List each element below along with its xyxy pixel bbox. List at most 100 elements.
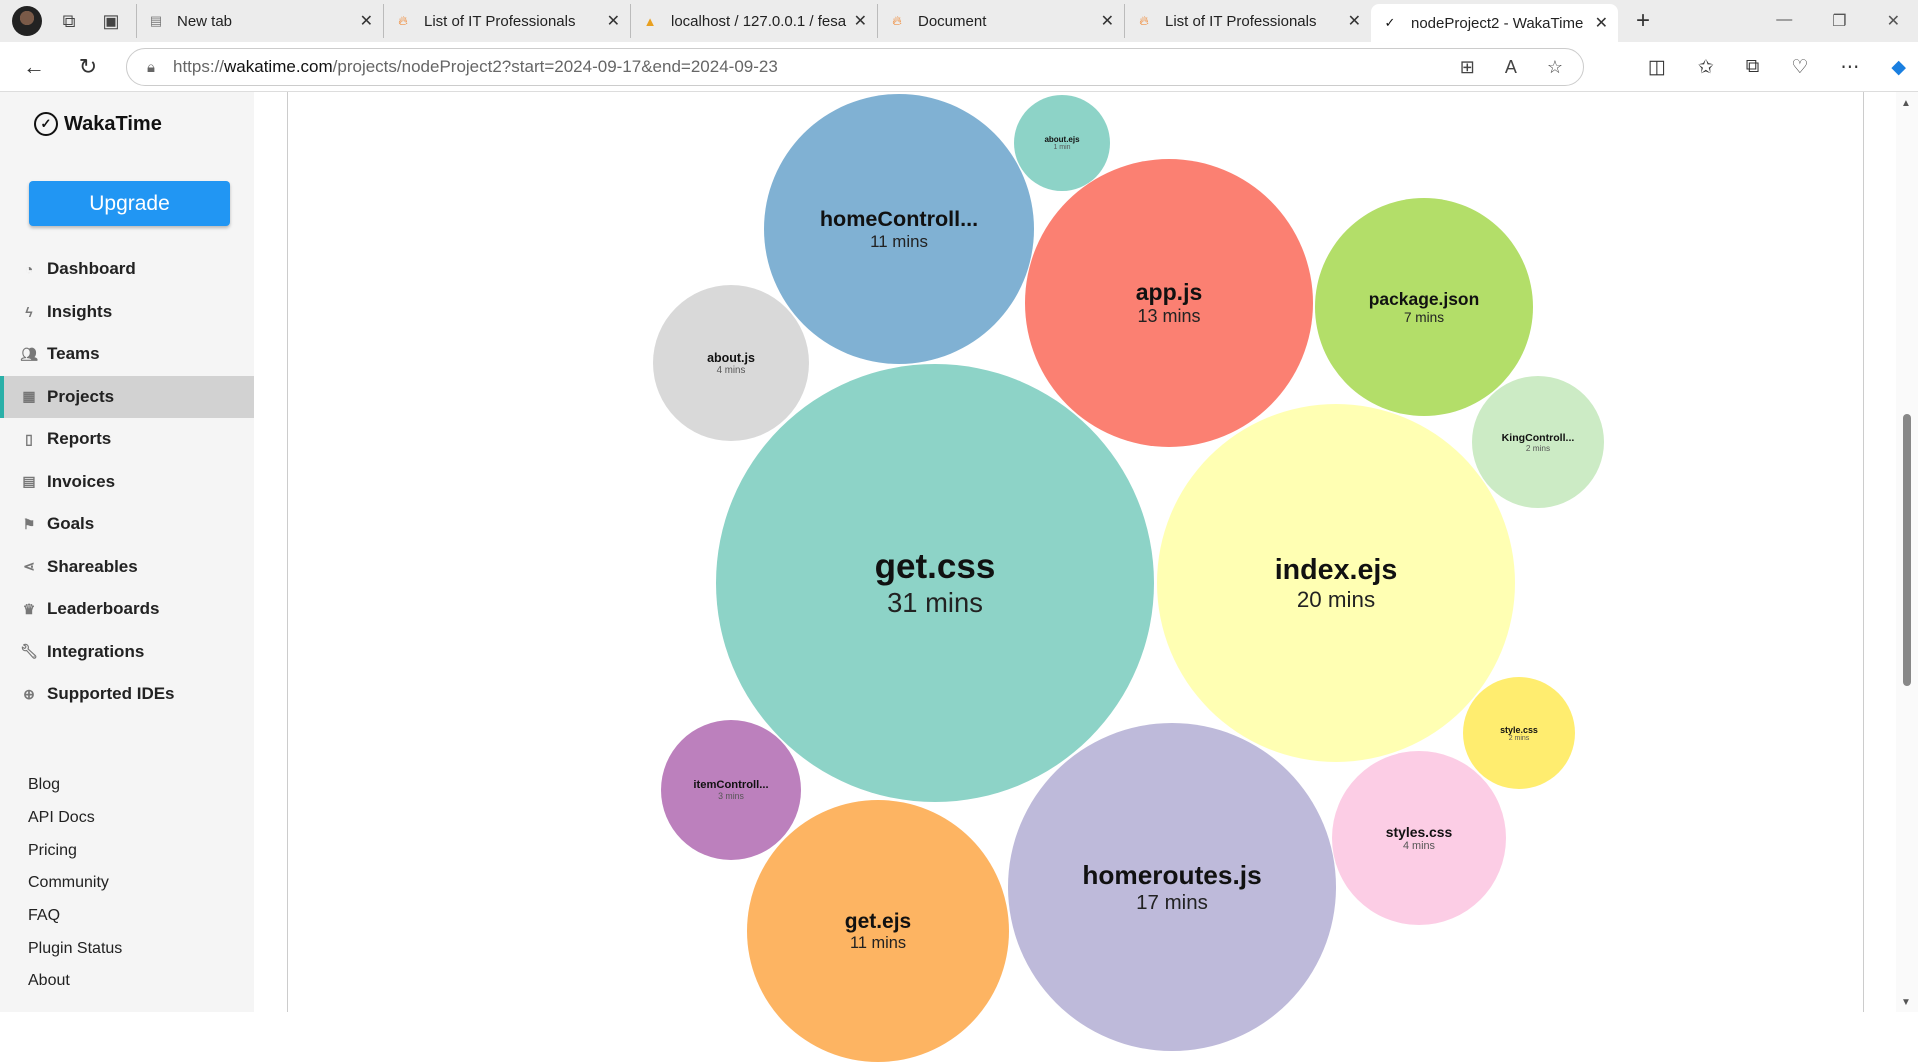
sidebar-item-label: Reports: [47, 429, 112, 449]
close-tab-icon[interactable]: ✕: [360, 11, 373, 31]
sidebar-item-leaderboards[interactable]: ♛ Leaderboards: [0, 588, 254, 631]
browser-essentials-icon[interactable]: ♡: [1791, 56, 1808, 79]
bubble-duration: 31 mins: [887, 587, 983, 618]
sidebar-item-label: Supported IDEs: [47, 684, 175, 704]
flame-icon: 🔥︎: [892, 13, 902, 28]
sidebar-item-supported-ides[interactable]: ⊕ Supported IDEs: [0, 673, 254, 716]
more-menu-icon[interactable]: ⋯: [1840, 56, 1859, 79]
sidebar-item-teams[interactable]: 👥︎ Teams: [0, 333, 254, 376]
file-bubble[interactable]: app.js 13 mins: [1025, 159, 1313, 447]
footer-link-pricing[interactable]: Pricing: [28, 834, 122, 867]
wakatime-icon: ✓: [1384, 15, 1396, 30]
footer-link-blog[interactable]: Blog: [28, 769, 122, 802]
bubble-file-name: about.js: [707, 350, 755, 365]
url-input[interactable]: 🔒︎ https://wakatime.com/projects/nodePro…: [126, 48, 1584, 86]
split-screen-icon[interactable]: ◫: [1648, 56, 1666, 79]
share-icon: ⋖: [23, 558, 35, 575]
flame-icon: 🔥︎: [1139, 13, 1149, 28]
tab-title: List of IT Professionals: [1165, 12, 1317, 30]
scrollbar-thumb[interactable]: [1903, 414, 1911, 686]
close-tab-icon[interactable]: ✕: [854, 11, 867, 31]
wakatime-logo[interactable]: ✓ WakaTime: [34, 112, 162, 136]
footer-link-community[interactable]: Community: [28, 867, 122, 900]
url-path: /projects/nodeProject2?start=2024-09-17&…: [332, 57, 778, 76]
bubble-duration: 13 mins: [1137, 306, 1201, 326]
profile-avatar[interactable]: [12, 6, 42, 36]
sidebar-item-goals[interactable]: ⚑ Goals: [0, 503, 254, 546]
file-bubble[interactable]: KingControll... 2 mins: [1472, 376, 1604, 508]
sidebar-item-projects[interactable]: ▦ Projects: [0, 375, 254, 418]
close-tab-icon[interactable]: ✕: [1595, 13, 1608, 33]
close-tab-icon[interactable]: ✕: [1348, 11, 1361, 31]
minimize-icon[interactable]: —: [1776, 11, 1792, 31]
sidebar-item-dashboard[interactable]: ◔ Dashboard: [0, 248, 254, 291]
upgrade-button[interactable]: Upgrade: [29, 181, 230, 226]
bubble-duration: 20 mins: [1296, 586, 1376, 612]
file-bubble[interactable]: package.json 7 mins: [1315, 198, 1533, 416]
file-bubble[interactable]: get.css 31 mins: [716, 364, 1154, 802]
restore-icon[interactable]: ❐: [1832, 11, 1846, 31]
file-bubble[interactable]: about.js 4 mins: [653, 285, 809, 441]
sidebar-nav: ◔ Dashboard ϟ Insights 👥︎ Teams ▦ Projects ▯ Repo…: [0, 248, 254, 716]
scroll-up-icon[interactable]: ▲: [1901, 98, 1911, 109]
page-scrollbar[interactable]: ▲ ▼: [1896, 92, 1918, 1012]
footer-link-api-docs[interactable]: API Docs: [28, 802, 122, 835]
sidebar-item-label: Integrations: [47, 641, 145, 661]
favorites-icon[interactable]: ✩: [1698, 56, 1714, 79]
browser-tab[interactable]: ▲ localhost / 127.0.0.1 / fesa ✕: [630, 4, 877, 38]
file-bubble[interactable]: about.ejs 1 min: [1014, 95, 1110, 191]
copilot-icon[interactable]: ◆: [1891, 56, 1906, 79]
bubble-duration: 11 mins: [849, 933, 907, 952]
close-tab-icon[interactable]: ✕: [607, 11, 620, 31]
browser-tab[interactable]: ✓ nodeProject2 - WakaTime ✕: [1371, 4, 1618, 42]
newtab-icon: ▤: [149, 13, 163, 28]
sidebar-item-label: Dashboard: [47, 259, 136, 279]
browser-tab[interactable]: 🔥︎ List of IT Professionals ✕: [1124, 4, 1371, 38]
browser-tab[interactable]: 🔥︎ List of IT Professionals ✕: [383, 4, 630, 38]
new-tab-button[interactable]: +: [1636, 7, 1650, 35]
refresh-icon[interactable]: ↻: [68, 54, 108, 80]
file-bubble[interactable]: homeControll... 11 mins: [764, 94, 1034, 364]
file-bubble[interactable]: get.ejs 11 mins: [747, 800, 1009, 1062]
apps-icon[interactable]: ⊞: [1460, 57, 1475, 78]
file-bubble[interactable]: styles.css 4 mins: [1332, 751, 1506, 925]
file-bubble[interactable]: style.css 2 mins: [1463, 677, 1575, 789]
bubble-file-name: get.ejs: [844, 909, 912, 933]
footer-link-faq[interactable]: FAQ: [28, 900, 122, 933]
file-bubble[interactable]: index.ejs 20 mins: [1157, 404, 1515, 762]
tab-title: nodeProject2 - WakaTime: [1411, 14, 1584, 32]
close-window-icon[interactable]: ✕: [1887, 11, 1900, 31]
plus-circle-icon: ⊕: [23, 685, 35, 702]
wakatime-logo-icon: ✓: [34, 112, 58, 136]
browser-tab[interactable]: 🔥︎ Document ✕: [877, 4, 1124, 38]
read-aloud-icon[interactable]: A: [1505, 57, 1517, 78]
back-icon[interactable]: ←: [14, 54, 54, 80]
sidebar-item-shareables[interactable]: ⋖ Shareables: [0, 546, 254, 589]
sidebar-item-reports[interactable]: ▯ Reports: [0, 418, 254, 461]
browser-tab[interactable]: ▤ New tab ✕: [136, 4, 383, 38]
footer-link-about[interactable]: About: [28, 965, 122, 998]
scroll-down-icon[interactable]: ▼: [1901, 997, 1911, 1008]
tab-title: Document: [918, 12, 987, 30]
bolt-icon: ϟ: [25, 303, 33, 320]
file-bubble[interactable]: homeroutes.js 17 mins: [1008, 723, 1336, 1051]
lock-icon[interactable]: 🔒︎: [147, 59, 155, 76]
pdf-icon: ▯: [25, 430, 33, 447]
sidebar-item-insights[interactable]: ϟ Insights: [0, 291, 254, 334]
sidebar-item-invoices[interactable]: ▤ Invoices: [0, 461, 254, 504]
workspaces-icon[interactable]: ⧉: [54, 6, 84, 36]
collections-icon[interactable]: ⧉: [1746, 56, 1760, 78]
close-tab-icon[interactable]: ✕: [1101, 11, 1114, 31]
trophy-icon: ♛: [22, 600, 36, 617]
sidebar-item-label: Teams: [47, 344, 100, 364]
file-bubble[interactable]: itemControll... 3 mins: [661, 720, 801, 860]
footer-link-plugin-status[interactable]: Plugin Status: [28, 932, 122, 965]
vertical-tabs-icon[interactable]: ▣: [96, 6, 126, 36]
flame-icon: 🔥︎: [398, 13, 408, 28]
favorite-star-icon[interactable]: ☆: [1547, 57, 1563, 78]
pma-icon: ▲: [643, 13, 657, 29]
wrench-icon: 🔧︎: [20, 643, 38, 660]
bubble-file-name: styles.css: [1385, 824, 1453, 840]
tab-title: List of IT Professionals: [424, 12, 576, 30]
sidebar-item-integrations[interactable]: 🔧︎ Integrations: [0, 631, 254, 674]
